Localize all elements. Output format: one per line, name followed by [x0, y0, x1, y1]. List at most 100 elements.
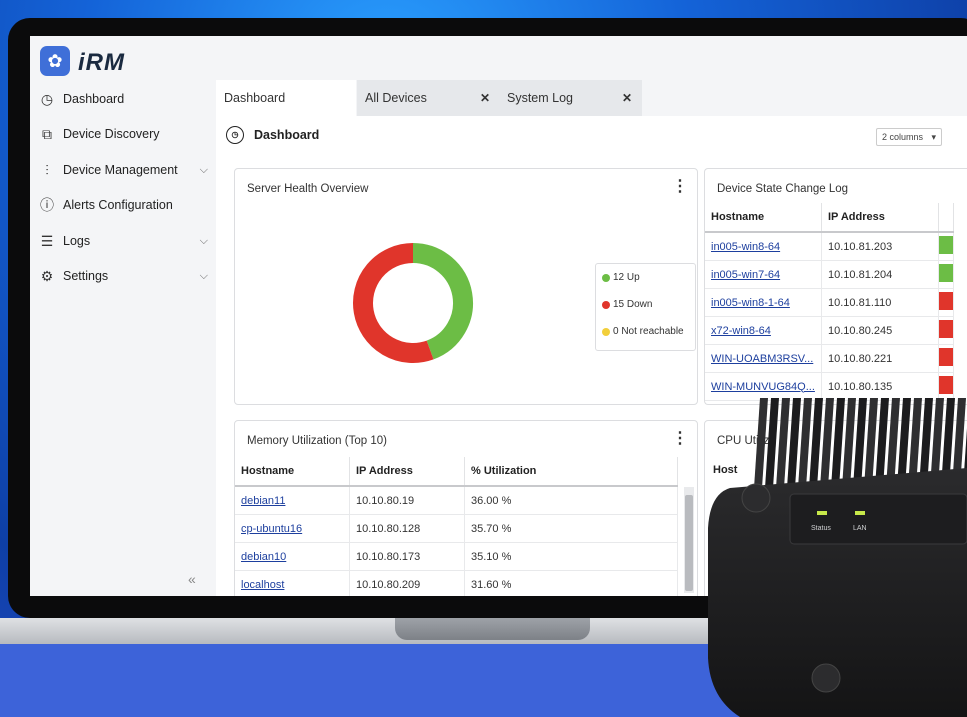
tab-all-devices[interactable]: All Devices ✕ [357, 80, 500, 116]
collapse-sidebar-icon[interactable]: « [188, 571, 196, 587]
logs-icon: ☰ [40, 232, 54, 249]
hostname-link[interactable]: WIN-UOABM3RSV... [705, 344, 822, 373]
hostname-link[interactable]: cp-ubuntu16 [235, 514, 350, 543]
more-options-icon[interactable]: ⋮ [672, 179, 688, 195]
table-row[interactable]: in005-win8-64 10.10.81.203 [705, 232, 954, 261]
column-header-hostname[interactable]: Hostname [705, 203, 822, 233]
scrollbar-track[interactable] [684, 487, 694, 593]
hostname-link[interactable]: localhost [235, 570, 350, 596]
state-cell [938, 260, 954, 289]
memory-utilization-card: Memory Utilization (Top 10) ⋮ Hostname I… [234, 420, 698, 596]
utilization-cell: 35.70 % [464, 514, 678, 543]
ip-address-cell: 10.10.80.173 [349, 542, 465, 571]
memory-table: Hostname IP Address % Utilization debian… [235, 457, 678, 596]
sidebar-item-dashboard[interactable]: ◷ Dashboard [38, 86, 208, 112]
column-header-state [938, 203, 954, 233]
table-row[interactable]: in005-win7-64 10.10.81.204 [705, 260, 954, 289]
legend-item-not-reachable: 0 Not reachable [602, 326, 684, 337]
column-header-ip[interactable]: IP Address [821, 203, 939, 233]
state-cell [938, 344, 954, 373]
hostname-link[interactable]: in005-win7-64 [705, 260, 822, 289]
server-health-donut [353, 243, 473, 363]
column-header-ip[interactable]: IP Address [349, 457, 465, 487]
tab-system-log[interactable]: System Log ✕ [499, 80, 642, 116]
lan-led [855, 511, 865, 515]
legend-label: 15 Down [613, 299, 653, 310]
card-title: Memory Utilization (Top 10) [247, 435, 387, 447]
close-icon[interactable]: ✕ [480, 91, 490, 105]
sidebar-item-logs[interactable]: ☰ Logs ⌵ [38, 228, 208, 254]
hostname-link[interactable]: debian10 [235, 542, 350, 571]
sidebar-item-settings[interactable]: ⚙ Settings ⌵ [38, 263, 208, 289]
state-indicator [939, 236, 953, 254]
sidebar-item-device-discovery[interactable]: ⧉ Device Discovery [38, 121, 208, 147]
utilization-cell: 31.60 % [464, 570, 678, 596]
hostname-link[interactable]: x72-win8-64 [705, 316, 822, 345]
legend-label: 12 Up [613, 272, 640, 283]
logo-text: iRM [78, 49, 125, 76]
card-title: Device State Change Log [717, 183, 849, 195]
table-row[interactable]: x72-win8-64 10.10.80.245 [705, 316, 954, 345]
more-options-icon[interactable]: ⋮ [672, 431, 688, 447]
state-indicator [939, 320, 953, 338]
columns-select-value: 2 columns [882, 132, 924, 142]
ip-address-cell: 10.10.81.204 [821, 260, 939, 289]
sidebar-item-device-management[interactable]: ⫶ Device Management ⌵ [38, 157, 208, 183]
state-cell [938, 372, 954, 401]
status-label: Status [811, 525, 831, 532]
red-dot-icon [602, 300, 610, 309]
state-cell [938, 316, 954, 345]
column-header-hostname[interactable]: Hostname [235, 457, 350, 487]
legend-item-up: 12 Up [602, 272, 640, 283]
table-row[interactable]: WIN-UOABM3RSV... 10.10.80.221 [705, 344, 954, 373]
green-dot-icon [602, 273, 610, 282]
laptop-hinge-notch [395, 618, 590, 640]
columns-select[interactable]: 2 columns ▾ [876, 128, 942, 146]
tab-dashboard[interactable]: Dashboard [216, 80, 356, 116]
sidebar-item-label: Device Management [63, 163, 178, 177]
tab-label: All Devices [365, 91, 427, 105]
hardware-device: Status LAN [708, 398, 967, 717]
dashboard-icon: ◷ [226, 126, 244, 144]
table-row[interactable]: debian11 10.10.80.19 36.00 % [235, 486, 678, 515]
state-cell [938, 288, 954, 317]
column-header-utilization[interactable]: % Utilization [464, 457, 678, 487]
table-row[interactable]: WIN-MUNVUG84Q... 10.10.80.135 [705, 372, 954, 401]
utilization-cell: 36.00 % [464, 486, 678, 515]
ip-address-cell: 10.10.80.221 [821, 344, 939, 373]
table-row[interactable]: localhost 10.10.80.209 31.60 % [235, 570, 678, 596]
lan-label: LAN [853, 525, 867, 532]
server-health-card: Server Health Overview ⋮ 12 Up 15 Down 0… [234, 168, 698, 405]
ip-address-cell: 10.10.80.128 [349, 514, 465, 543]
caret-down-icon: ▾ [931, 131, 936, 142]
scrollbar-thumb[interactable] [685, 495, 693, 591]
device-discovery-icon: ⧉ [42, 125, 52, 142]
table-row[interactable]: debian10 10.10.80.173 35.10 % [235, 542, 678, 571]
donut-slice-down [353, 243, 434, 363]
alert-icon: ⓘ [40, 197, 54, 213]
state-indicator [939, 264, 953, 282]
hostname-link[interactable]: in005-win8-64 [705, 232, 822, 261]
hostname-link[interactable]: debian11 [235, 486, 350, 515]
legend-item-down: 15 Down [602, 299, 652, 310]
ip-address-cell: 10.10.81.110 [821, 288, 939, 317]
device-state-log-card: Device State Change Log Hostname IP Addr… [704, 168, 967, 405]
sidebar-item-alerts-configuration[interactable]: ⓘ Alerts Configuration [38, 192, 208, 218]
close-icon[interactable]: ✕ [622, 91, 632, 105]
tab-bar: Dashboard All Devices ✕ System Log ✕ [216, 80, 967, 116]
table-row[interactable]: in005-win8-1-64 10.10.81.110 [705, 288, 954, 317]
sidebar-item-label: Dashboard [63, 92, 125, 106]
sidebar-item-label: Device Discovery [63, 127, 160, 141]
table-row[interactable]: cp-ubuntu16 10.10.80.128 35.70 % [235, 514, 678, 543]
ip-address-cell: 10.10.80.209 [349, 570, 465, 596]
hostname-link[interactable]: in005-win8-1-64 [705, 288, 822, 317]
hostname-link[interactable]: WIN-MUNVUG84Q... [705, 372, 822, 401]
status-led [817, 511, 827, 515]
device-state-table: Hostname IP Address in005-win8-64 10.10.8… [705, 203, 954, 401]
sidebar-item-label: Logs [63, 234, 91, 248]
page-title: ◷ Dashboard [226, 126, 319, 144]
ip-address-cell: 10.10.80.245 [821, 316, 939, 345]
state-indicator [939, 376, 953, 394]
chevron-down-icon: ⌵ [199, 269, 208, 282]
sidebar-item-label: Alerts Configuration [63, 198, 173, 212]
